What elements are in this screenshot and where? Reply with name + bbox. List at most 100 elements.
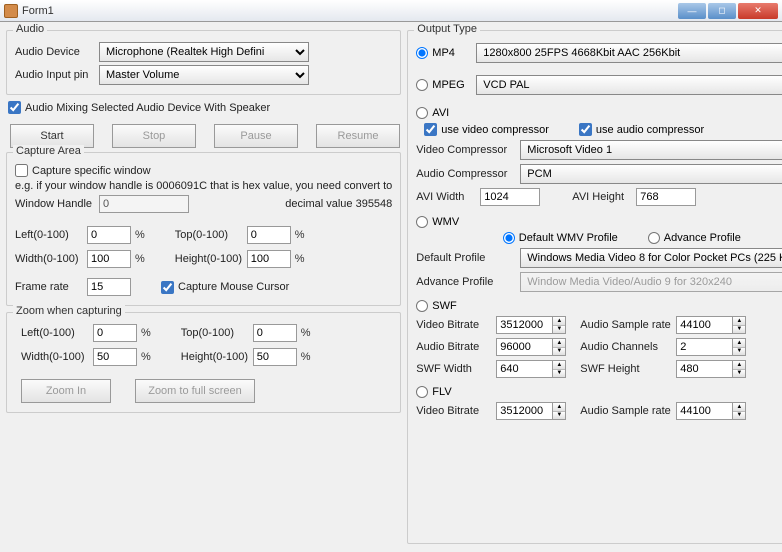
titlebar: Form1 — ◻ ✕ [0,0,782,22]
pct: % [135,229,145,241]
default-profile-select[interactable]: Windows Media Video 8 for Color Pocket P… [520,248,782,268]
audio-device-label: Audio Device [15,46,95,58]
capture-area-title: Capture Area [13,145,84,157]
flv-video-bitrate-label: Video Bitrate [416,405,492,417]
avi-height-input[interactable] [636,188,696,206]
flv-label: FLV [432,386,451,398]
audio-bitrate-spinner[interactable]: ▲▼ [496,338,566,356]
capture-width-input[interactable] [87,250,131,268]
minimize-button[interactable]: — [678,3,706,19]
zoom-height-label: Height(0-100) [181,351,249,363]
up-icon[interactable]: ▲ [553,317,565,326]
zoom-top-input[interactable] [253,324,297,342]
capture-cursor-checkbox[interactable] [161,281,174,294]
use-audio-comp-label: use audio compressor [596,124,704,136]
down-icon[interactable]: ▼ [553,326,565,334]
resume-button[interactable]: Resume [316,124,400,148]
avi-label: AVI [432,107,449,119]
audio-input-select[interactable]: Master Volume [99,65,309,85]
capture-area-group: Capture Area Capture specific window e.g… [6,152,401,306]
mpeg-select[interactable]: VCD PAL [476,75,782,95]
app-icon [4,4,18,18]
decimal-value-label: decimal value 395548 [285,198,392,210]
flv-video-bitrate-spinner[interactable]: ▲▼ [496,402,566,420]
maximize-button[interactable]: ◻ [708,3,736,19]
avi-radio[interactable] [416,107,428,119]
capture-cursor-label: Capture Mouse Cursor [178,281,289,293]
video-comp-label: Video Compressor [416,144,516,156]
advance-wmv-radio[interactable] [648,232,660,244]
zoom-width-input[interactable] [93,348,137,366]
default-wmv-label: Default WMV Profile [519,232,618,244]
swf-width-label: SWF Width [416,363,492,375]
advance-wmv-label: Advance Profile [664,232,741,244]
audio-comp-label: Audio Compressor [416,168,516,180]
capture-specific-checkbox[interactable] [15,164,28,177]
mpeg-radio[interactable] [416,79,428,91]
use-video-comp-label: use video compressor [441,124,549,136]
audio-channels-spinner[interactable]: ▲▼ [676,338,746,356]
use-audio-comp-checkbox[interactable] [579,123,592,136]
window-title: Form1 [22,5,676,17]
swf-height-label: SWF Height [580,363,672,375]
zoom-left-input[interactable] [93,324,137,342]
window-handle-label: Window Handle [15,198,95,210]
swf-width-spinner[interactable]: ▲▼ [496,360,566,378]
frame-rate-label: Frame rate [15,281,83,293]
audio-input-label: Audio Input pin [15,69,95,81]
capture-left-label: Left(0-100) [15,229,83,241]
use-video-comp-checkbox[interactable] [424,123,437,136]
avi-width-input[interactable] [480,188,540,206]
audio-mixing-label: Audio Mixing Selected Audio Device With … [25,102,270,114]
pause-button[interactable]: Pause [214,124,298,148]
capture-left-input[interactable] [87,226,131,244]
zoom-width-label: Width(0-100) [21,351,89,363]
capture-top-input[interactable] [247,226,291,244]
flv-radio[interactable] [416,386,428,398]
wmv-radio[interactable] [416,216,428,228]
video-bitrate-label: Video Bitrate [416,319,492,331]
mp4-radio[interactable] [416,47,428,59]
swf-radio[interactable] [416,300,428,312]
window-handle-input[interactable] [99,195,189,213]
advance-profile-select: Window Media Video/Audio 9 for 320x240 [520,272,782,292]
stop-button[interactable]: Stop [112,124,196,148]
audio-sample-spinner[interactable]: ▲▼ [676,316,746,334]
zoom-in-button[interactable]: Zoom In [21,379,111,403]
video-comp-select[interactable]: Microsoft Video 1 [520,140,782,160]
default-profile-label: Default Profile [416,252,516,264]
zoom-full-button[interactable]: Zoom to full screen [135,379,255,403]
output-type-title: Output Type [414,23,480,35]
capture-height-input[interactable] [247,250,291,268]
default-wmv-radio[interactable] [503,232,515,244]
close-button[interactable]: ✕ [738,3,778,19]
swf-label: SWF [432,300,456,312]
zoom-height-input[interactable] [253,348,297,366]
audio-channels-label: Audio Channels [580,341,672,353]
audio-group-title: Audio [13,23,47,35]
advance-profile-label: Advance Profile [416,276,516,288]
swf-height-spinner[interactable]: ▲▼ [676,360,746,378]
audio-mixing-checkbox[interactable] [8,101,21,114]
flv-audio-sample-spinner[interactable]: ▲▼ [676,402,746,420]
output-type-group: Output Type MP4 1280x800 25FPS 4668Kbit … [407,30,782,544]
audio-comp-select[interactable]: PCM [520,164,782,184]
frame-rate-input[interactable] [87,278,131,296]
zoom-left-label: Left(0-100) [21,327,89,339]
mp4-label: MP4 [432,47,455,59]
capture-width-label: Width(0-100) [15,253,83,265]
capture-hint: e.g. if your window handle is 0006091C t… [15,180,392,192]
audio-device-select[interactable]: Microphone (Realtek High Defini [99,42,309,62]
wmv-label: WMV [432,216,459,228]
mpeg-label: MPEG [432,79,464,91]
capture-specific-label: Capture specific window [32,165,151,177]
video-bitrate-spinner[interactable]: ▲▼ [496,316,566,334]
zoom-group: Zoom when capturing Left(0-100) % Top(0-… [6,312,401,413]
zoom-group-title: Zoom when capturing [13,305,125,317]
audio-sample-label: Audio Sample rate [580,319,672,331]
avi-width-label: AVI Width [416,191,476,203]
audio-group: Audio Audio Device Microphone (Realtek H… [6,30,401,95]
capture-height-label: Height(0-100) [175,253,243,265]
mp4-select[interactable]: 1280x800 25FPS 4668Kbit AAC 256Kbit [476,43,782,63]
capture-top-label: Top(0-100) [175,229,243,241]
